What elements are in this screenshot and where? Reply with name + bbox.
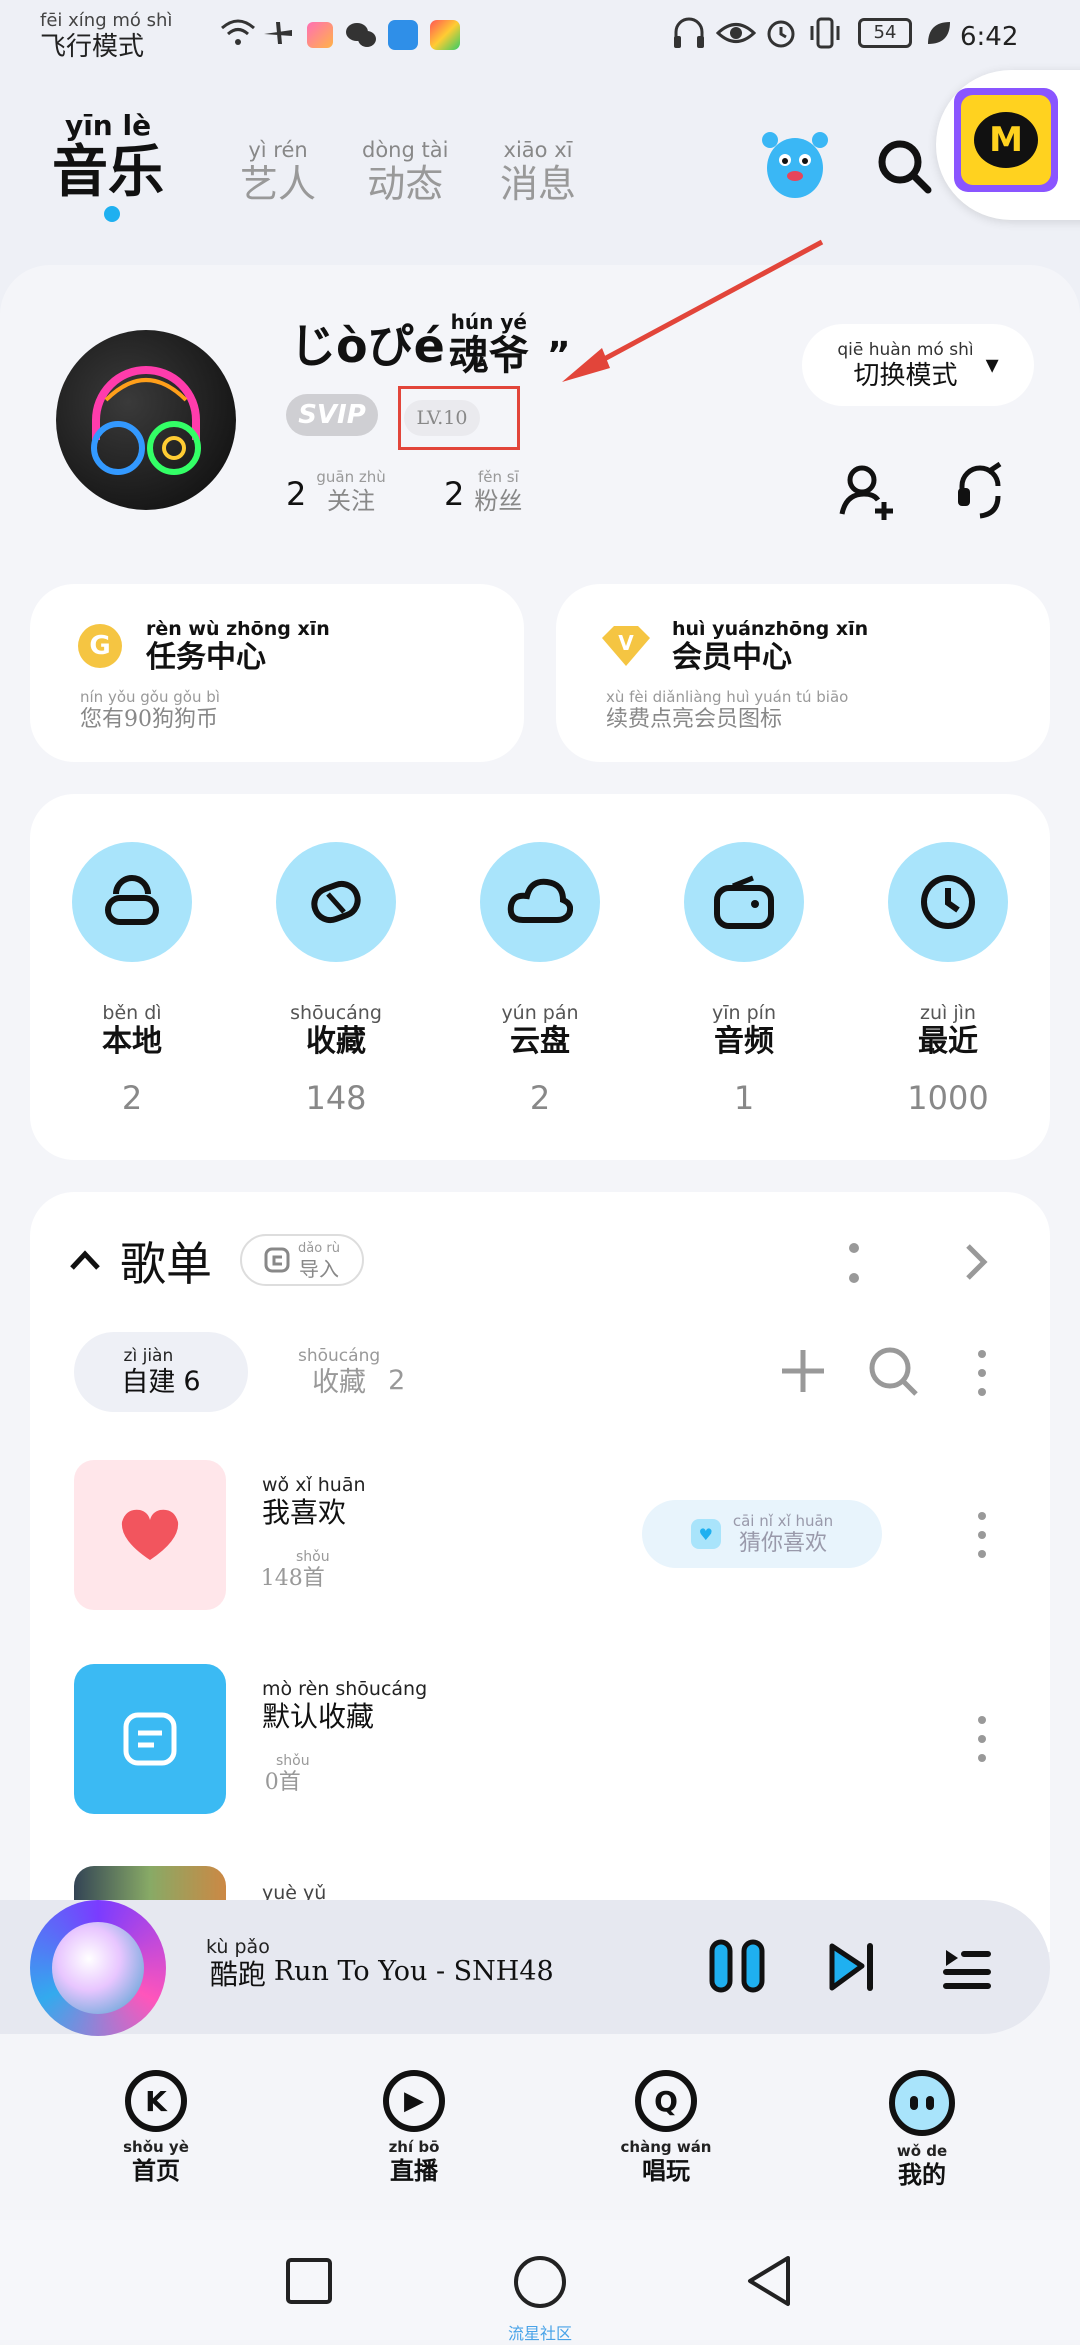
app-notification-icon-2 bbox=[430, 20, 460, 50]
active-tab-indicator bbox=[104, 206, 120, 222]
vip-center-card[interactable]: V huì yuánzhōng xīn 会员中心 xù fèi diǎnliàn… bbox=[556, 584, 1050, 762]
library-grid: běn dì 本地 2 shōucáng 收藏 148 yún pán 云盘 2 yī… bbox=[30, 842, 1050, 1142]
clock-icon bbox=[921, 875, 975, 929]
vibrate-icon bbox=[810, 17, 840, 49]
playlist-title[interactable]: mò rèn shōucáng 默认收藏 bbox=[262, 1680, 427, 1731]
home-k-icon: K bbox=[125, 2070, 187, 2132]
annotation-arrow bbox=[562, 239, 824, 382]
leaf-icon bbox=[928, 22, 950, 44]
now-playing-title[interactable]: kù pǎo 酷跑 Run To You - SNH48 bbox=[206, 1938, 554, 1989]
library-favorites[interactable]: shōucáng 收藏 148 bbox=[256, 842, 416, 1142]
heart-filled-icon bbox=[121, 1509, 179, 1560]
library-audio[interactable]: yīn pín 音频 1 bbox=[664, 842, 824, 1142]
nav-sing[interactable]: Q chàng wán 唱玩 bbox=[606, 2070, 726, 2183]
playlist-more-icon[interactable] bbox=[972, 1510, 992, 1560]
cloud-app-icon bbox=[388, 20, 418, 50]
app-notification-icon bbox=[307, 22, 333, 48]
chevron-right-icon[interactable] bbox=[960, 1240, 990, 1284]
tab-artists[interactable]: yì rén 艺人 bbox=[240, 140, 316, 204]
library-local[interactable]: běn dì 本地 2 bbox=[52, 842, 212, 1142]
diamond-icon: V bbox=[602, 626, 650, 666]
tab-messages[interactable]: xiāo xī 消息 bbox=[500, 140, 576, 204]
nav-live[interactable]: ▶ zhí bō 直播 bbox=[354, 2070, 474, 2183]
add-friend-icon[interactable] bbox=[838, 462, 898, 522]
more-vertical-icon-2[interactable] bbox=[972, 1348, 992, 1398]
headphones-icon bbox=[674, 17, 704, 48]
playlist-count: shǒu 0首 bbox=[264, 1753, 310, 1795]
coin-icon: G bbox=[78, 624, 122, 668]
annotation-highlight-box bbox=[398, 386, 520, 450]
home-circle-icon[interactable] bbox=[512, 2254, 568, 2310]
library-cloud[interactable]: yún pán 云盘 2 bbox=[460, 842, 620, 1142]
follow-stat[interactable]: 2 guān zhù 关注 bbox=[286, 470, 386, 514]
switch-mode-button[interactable]: qiē huàn mó shì 切换模式 ▾ bbox=[802, 324, 1034, 406]
playlist-cover[interactable] bbox=[74, 1664, 226, 1814]
headset-service-icon[interactable] bbox=[950, 460, 1010, 522]
profile-face-icon bbox=[889, 2070, 955, 2136]
status-bar: fēi xíng mó shì 飞行模式 54 6:42 bbox=[0, 0, 1080, 70]
tab-music[interactable]: yīn lè 音乐 bbox=[52, 112, 164, 201]
nav-mine[interactable]: wǒ de 我的 bbox=[862, 2070, 982, 2187]
import-icon bbox=[264, 1247, 290, 1273]
watermark-text: 流星社区 bbox=[508, 2324, 573, 2343]
nav-home[interactable]: K shǒu yè 首页 bbox=[96, 2070, 216, 2183]
airplane-icon bbox=[264, 22, 292, 44]
avatar[interactable] bbox=[56, 330, 236, 510]
clock: 6:42 bbox=[960, 22, 1019, 52]
wifi-icon bbox=[221, 19, 255, 45]
tab-fav-playlists[interactable]: shōucáng 收藏 2 bbox=[298, 1348, 405, 1397]
album-art[interactable] bbox=[30, 1900, 166, 2036]
collapse-chevron-icon[interactable] bbox=[68, 1246, 102, 1272]
svg-text:V: V bbox=[618, 631, 634, 655]
next-track-icon[interactable] bbox=[826, 1940, 880, 1994]
playlist-count: shǒu 148首 bbox=[260, 1549, 330, 1591]
document-icon bbox=[123, 1712, 177, 1766]
add-icon[interactable] bbox=[780, 1348, 826, 1394]
mascot-icon[interactable] bbox=[758, 124, 832, 202]
live-play-icon: ▶ bbox=[383, 2070, 445, 2132]
tab-own-playlists[interactable]: zì jiàn 自建 6 bbox=[74, 1332, 248, 1412]
heart-icon bbox=[311, 880, 361, 924]
radio-icon bbox=[714, 875, 774, 929]
tab-feed[interactable]: dòng tài 动态 bbox=[362, 140, 448, 204]
more-vertical-icon[interactable] bbox=[844, 1240, 864, 1286]
m-logo-icon: M bbox=[974, 112, 1038, 168]
battery-indicator: 54 bbox=[858, 18, 912, 48]
pause-icon[interactable] bbox=[708, 1938, 766, 1994]
playlist-cover[interactable] bbox=[74, 1460, 226, 1610]
playlist-more-icon[interactable] bbox=[972, 1714, 992, 1764]
floating-app-badge[interactable]: M bbox=[936, 70, 1080, 220]
task-center-card[interactable]: G rèn wù zhōng xīn 任务中心 nín yǒu gǒu gǒu … bbox=[30, 584, 524, 762]
guess-you-like-button[interactable]: ♥ cāi nǐ xǐ huān 猜你喜欢 bbox=[642, 1500, 882, 1568]
recents-square-icon[interactable] bbox=[284, 2256, 334, 2306]
back-triangle-icon[interactable] bbox=[744, 2254, 796, 2308]
headphones-avatar-icon bbox=[91, 366, 201, 475]
caret-down-icon: ▾ bbox=[985, 350, 999, 380]
eye-icon bbox=[716, 23, 756, 43]
svip-badge[interactable]: SVIP bbox=[286, 394, 378, 436]
microphone-icon: Q bbox=[635, 2070, 697, 2132]
username: じòぴé hún yé 魂爷 ” bbox=[290, 310, 571, 379]
playlists-title: 歌单 bbox=[120, 1237, 212, 1291]
search-icon[interactable] bbox=[876, 138, 934, 196]
wechat-icon bbox=[346, 23, 376, 47]
cloud-icon bbox=[507, 878, 573, 923]
airplane-mode-label: fēi xíng mó shì 飞行模式 bbox=[40, 10, 173, 62]
library-recent[interactable]: zuì jìn 最近 1000 bbox=[868, 842, 1028, 1142]
search-playlist-icon[interactable] bbox=[868, 1346, 920, 1398]
playlist-title[interactable]: wǒ xǐ huān 我喜欢 bbox=[262, 1476, 366, 1527]
fans-stat[interactable]: 2 fěn sī 粉丝 bbox=[444, 470, 522, 514]
playlist-queue-icon[interactable] bbox=[942, 1942, 992, 1992]
heart-small-icon: ♥ bbox=[690, 1519, 721, 1549]
alarm-icon bbox=[767, 20, 795, 48]
local-music-icon bbox=[105, 875, 159, 925]
import-button[interactable]: dǎo rù 导入 bbox=[240, 1234, 364, 1286]
